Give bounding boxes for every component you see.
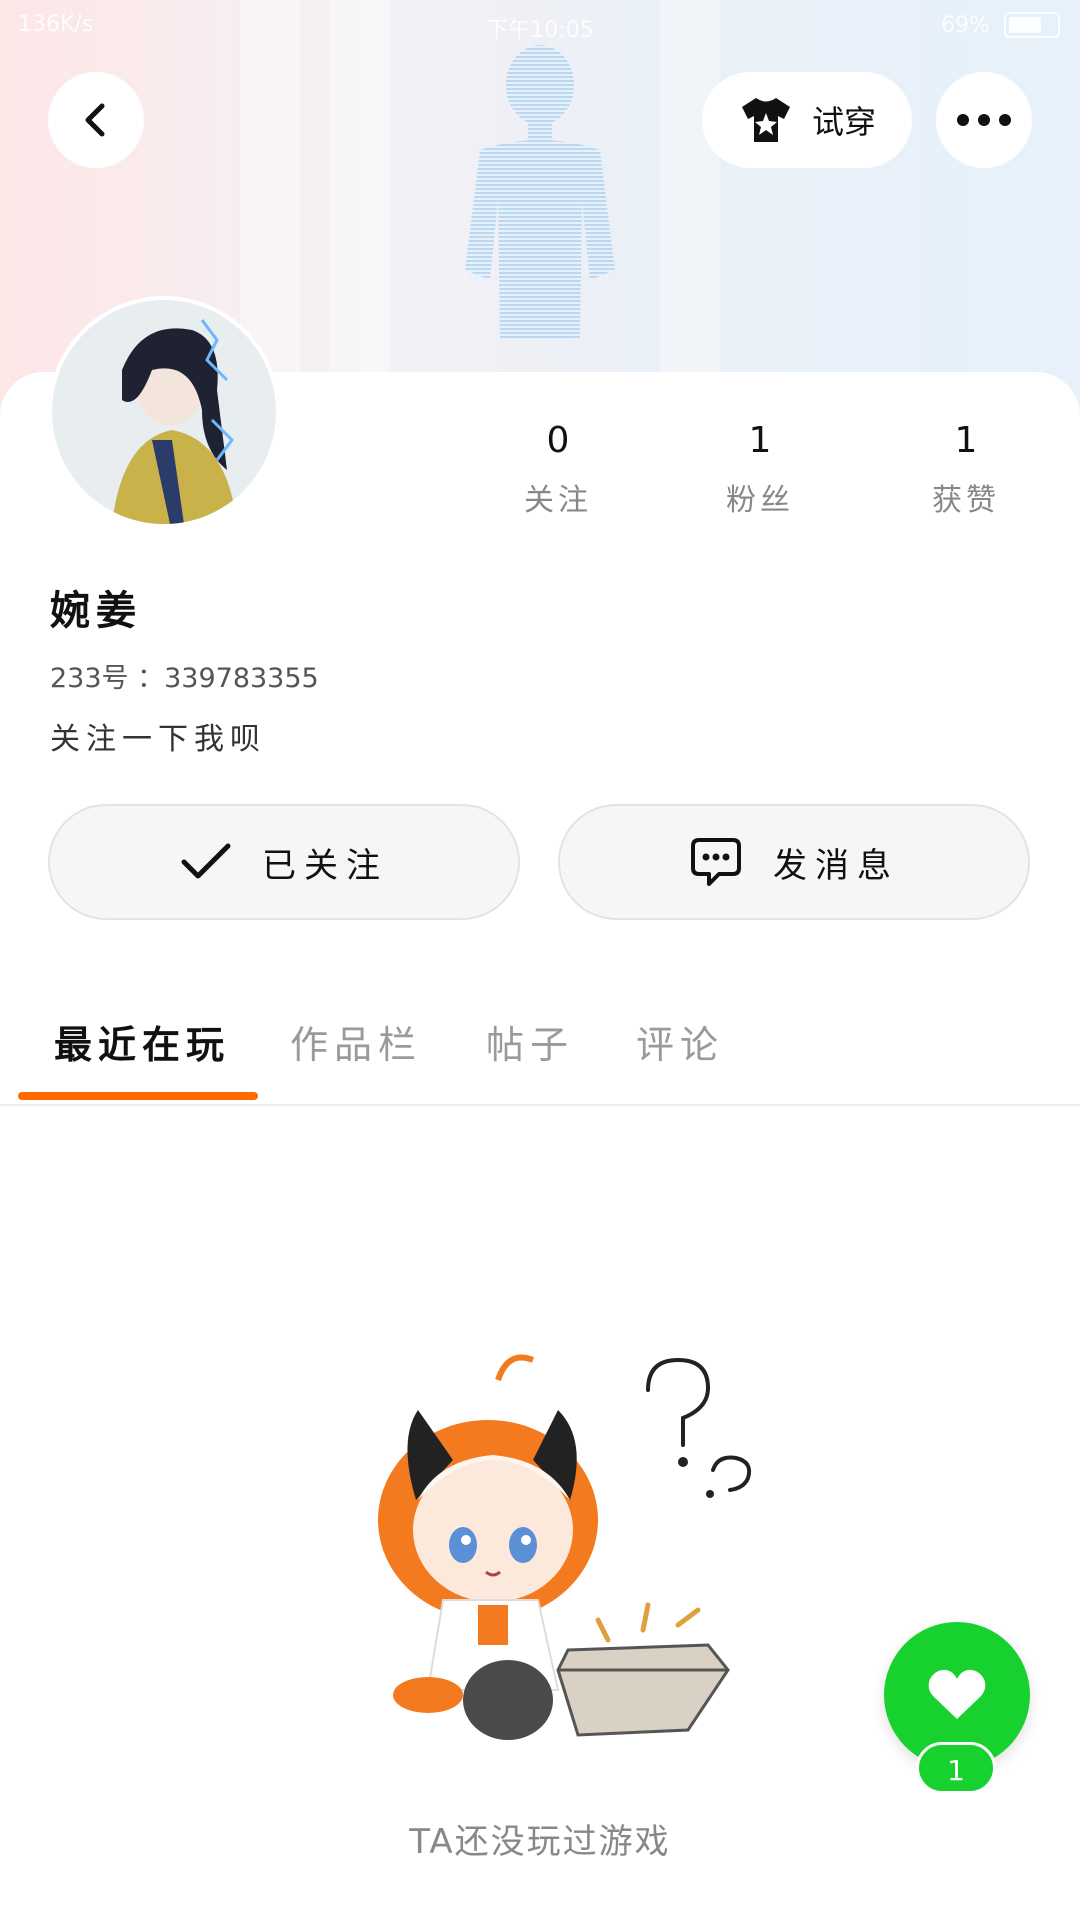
profile-tabs: 最近在玩 作品栏 帖子 评论 [0,1000,1080,1106]
more-dots-icon [957,114,1011,126]
user-id: 233号 ：339783355 [50,663,319,694]
empty-state-text: TA还没玩过游戏 [409,1822,671,1862]
followed-label: 已关注 [262,845,388,886]
stat-following[interactable]: 0 关注 [488,420,628,519]
more-button[interactable] [936,72,1032,168]
avatar-image [52,300,276,524]
tab-works[interactable]: 作品栏 [290,1014,422,1069]
tshirt-icon [741,98,790,142]
stat-label: 粉丝 [726,483,794,518]
battery-percent: 69% [941,12,990,38]
profile-avatar[interactable] [48,296,280,528]
send-message-button[interactable]: 发消息 [558,804,1030,920]
checkmark-icon [181,843,231,879]
back-arrow-icon [85,103,105,137]
active-tab-indicator [18,1092,258,1100]
back-button[interactable] [48,72,144,168]
send-message-label: 发消息 [773,845,899,886]
username: 婉姜 [50,588,142,634]
user-bio: 关注一下我呗 [50,722,266,757]
followed-button[interactable]: 已关注 [48,804,520,920]
empty-state-illustration [378,1354,752,1740]
try-on-label: 试穿 [811,103,876,141]
like-count-badge: 1 [916,1742,996,1794]
stat-label: 获赞 [932,483,1000,518]
stat-value: 0 [546,420,570,461]
try-on-button[interactable]: 试穿 [702,72,912,168]
tab-posts[interactable]: 帖子 [486,1014,574,1069]
message-bubble-icon [691,838,741,886]
background-stripe [330,0,390,420]
status-right: 69% [941,12,1060,38]
stat-fans[interactable]: 1 粉丝 [690,420,830,519]
status-bar: 136K/s 下午10:05 69% [0,0,1080,52]
tab-comments[interactable]: 评论 [636,1014,724,1069]
background-stripe [660,0,720,420]
stat-value: 1 [954,420,978,461]
stat-label: 关注 [524,483,592,518]
tab-recent-playing[interactable]: 最近在玩 [54,1014,230,1069]
battery-icon [1004,12,1060,38]
avatar-3d-hologram [465,45,615,340]
status-time: 下午10:05 [486,18,594,43]
heart-icon [928,1669,986,1719]
stat-likes[interactable]: 1 获赞 [896,420,1036,519]
stat-value: 1 [748,420,772,461]
